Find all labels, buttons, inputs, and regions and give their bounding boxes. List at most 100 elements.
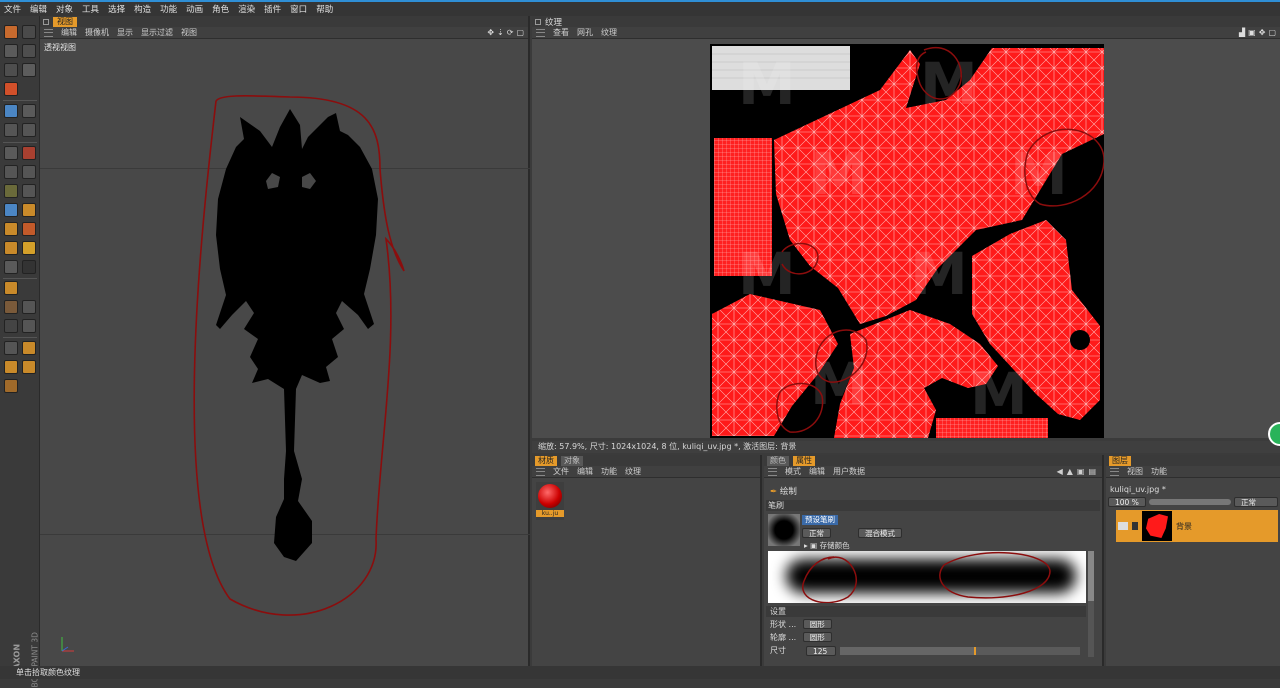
mat-menu-edit[interactable]: 编辑 xyxy=(577,466,593,477)
lasso-icon[interactable] xyxy=(4,44,18,58)
viewport-tab[interactable]: 视图 xyxy=(53,16,77,27)
undo-icon[interactable] xyxy=(4,25,18,39)
tab-color[interactable]: 颜色 xyxy=(767,455,789,466)
menu-render[interactable]: 渲染 xyxy=(238,3,255,15)
new-panel-icon[interactable]: ▤ xyxy=(1088,467,1096,476)
rect-select-icon[interactable] xyxy=(4,165,18,179)
uv-scale-icon[interactable] xyxy=(4,360,18,374)
histogram-icon[interactable]: ▟ xyxy=(1239,28,1245,37)
poly-select-icon[interactable] xyxy=(22,165,36,179)
tex-menu-mesh[interactable]: 网孔 xyxy=(577,27,593,38)
shape-dropdown[interactable]: 圆形 xyxy=(802,619,832,629)
menu-help[interactable]: 帮助 xyxy=(316,3,333,15)
attr-scrollbar[interactable] xyxy=(1088,551,1094,657)
store-color-option[interactable]: ▸ ▣ 存储颜色 xyxy=(804,540,850,551)
layer-row-background[interactable]: 背景 xyxy=(1116,510,1278,542)
menu-structure[interactable]: 构造 xyxy=(134,3,151,15)
vp-menu-view[interactable]: 视图 xyxy=(181,27,197,38)
pan-icon[interactable]: ✥ xyxy=(1259,28,1266,37)
layer-mask-icon[interactable] xyxy=(22,260,36,274)
uv-checker-icon[interactable] xyxy=(4,319,18,333)
dolly-icon[interactable]: ⇣ xyxy=(497,28,504,37)
visibility-icon[interactable] xyxy=(1118,522,1128,530)
vp-menu-display[interactable]: 显示 xyxy=(117,27,133,38)
menu-object[interactable]: 对象 xyxy=(56,3,73,15)
uv-edit-icon[interactable] xyxy=(4,300,18,314)
tab-materials[interactable]: 材质 xyxy=(535,455,557,466)
vp-menu-filter[interactable]: 显示过滤 xyxy=(141,27,173,38)
axis-icon[interactable] xyxy=(22,341,36,355)
attr-menu-edit[interactable]: 编辑 xyxy=(809,466,825,477)
eyedropper-icon[interactable] xyxy=(22,63,36,77)
preset-brush-button[interactable]: 预设笔刷 xyxy=(802,515,838,525)
sphere-icon[interactable] xyxy=(4,82,18,96)
layer-menu-function[interactable]: 功能 xyxy=(1151,466,1167,477)
checker-icon[interactable] xyxy=(22,184,36,198)
uv-move-icon[interactable] xyxy=(4,341,18,355)
redo-icon[interactable] xyxy=(22,25,36,39)
attr-menu-userdata[interactable]: 用户数据 xyxy=(833,466,865,477)
layer-blend-dropdown[interactable]: 正常 xyxy=(1234,496,1278,507)
menu-tools[interactable]: 工具 xyxy=(82,3,99,15)
uv-rotate-icon[interactable] xyxy=(22,360,36,374)
rotate-view-icon[interactable]: ⟳ xyxy=(507,28,514,37)
brush-preview[interactable] xyxy=(768,514,800,546)
brush-icon[interactable] xyxy=(4,104,18,118)
tex-menu-texture[interactable]: 纹理 xyxy=(601,27,617,38)
wand-icon[interactable] xyxy=(22,146,36,160)
menu-plugins[interactable]: 插件 xyxy=(264,3,281,15)
uv-texture-canvas[interactable]: MM MM MM MM xyxy=(710,44,1104,438)
triangle-icon[interactable] xyxy=(4,281,18,295)
tab-attributes[interactable]: 属性 xyxy=(793,455,815,466)
size-slider-handle[interactable] xyxy=(974,646,976,655)
profile-dropdown[interactable]: 圆形 xyxy=(802,632,832,642)
lock-icon[interactable]: ▣ xyxy=(1077,467,1085,476)
menu-animation[interactable]: 动画 xyxy=(186,3,203,15)
size-slider[interactable] xyxy=(840,646,1080,655)
transform-icon[interactable] xyxy=(22,44,36,58)
vp-menu-camera[interactable]: 摄像机 xyxy=(85,27,109,38)
move-icon[interactable] xyxy=(4,184,18,198)
magnet-icon[interactable] xyxy=(4,379,18,393)
eraser-icon[interactable] xyxy=(4,222,18,236)
uv-relax-icon[interactable] xyxy=(22,319,36,333)
mat-menu-file[interactable]: 文件 xyxy=(553,466,569,477)
erase-icon[interactable] xyxy=(22,123,36,137)
frame-icon[interactable] xyxy=(4,260,18,274)
uv-grid-icon[interactable] xyxy=(22,300,36,314)
lock-icon[interactable]: ▣ xyxy=(1248,28,1256,37)
up-arrow-icon[interactable]: ▲ xyxy=(1067,467,1073,476)
pan-icon[interactable]: ✥ xyxy=(487,28,494,37)
mix-mode-button[interactable]: 混合模式 xyxy=(858,528,902,539)
maximize-icon[interactable]: ▢ xyxy=(516,28,524,37)
attr-menu-mode[interactable]: 模式 xyxy=(785,466,801,477)
layer-menu-view[interactable]: 视图 xyxy=(1127,466,1143,477)
vp-menu-edit[interactable]: 编辑 xyxy=(61,27,77,38)
magnify-icon[interactable] xyxy=(4,146,18,160)
menu-file[interactable]: 文件 xyxy=(4,3,21,15)
back-arrow-icon[interactable]: ◀ xyxy=(1057,467,1063,476)
dropper-icon[interactable] xyxy=(22,222,36,236)
mat-menu-function[interactable]: 功能 xyxy=(601,466,617,477)
blend-dropdown[interactable]: 正常 xyxy=(802,528,831,539)
menu-window[interactable]: 窗口 xyxy=(290,3,307,15)
pencil-icon[interactable] xyxy=(22,203,36,217)
size-field[interactable]: 125 xyxy=(806,645,836,656)
menu-edit[interactable]: 编辑 xyxy=(30,3,47,15)
star-icon[interactable] xyxy=(22,241,36,255)
menu-select[interactable]: 选择 xyxy=(108,3,125,15)
menu-character[interactable]: 角色 xyxy=(212,3,229,15)
attr-scroll-thumb[interactable] xyxy=(1088,551,1094,601)
smudge-icon[interactable] xyxy=(4,123,18,137)
material-thumb[interactable]: ku..ju xyxy=(536,482,564,520)
tab-objects[interactable]: 对象 xyxy=(561,455,583,466)
tab-layers[interactable]: 图层 xyxy=(1109,455,1131,466)
axe-model[interactable] xyxy=(40,39,530,666)
lock-icon[interactable] xyxy=(1132,522,1138,530)
tex-menu-view[interactable]: 查看 xyxy=(553,27,569,38)
opacity-field[interactable]: 100 % xyxy=(1108,496,1146,507)
maximize-icon[interactable]: ▢ xyxy=(1268,28,1276,37)
paint-brush-icon[interactable] xyxy=(4,203,18,217)
fill-icon[interactable] xyxy=(4,241,18,255)
opacity-slider[interactable] xyxy=(1148,498,1231,505)
